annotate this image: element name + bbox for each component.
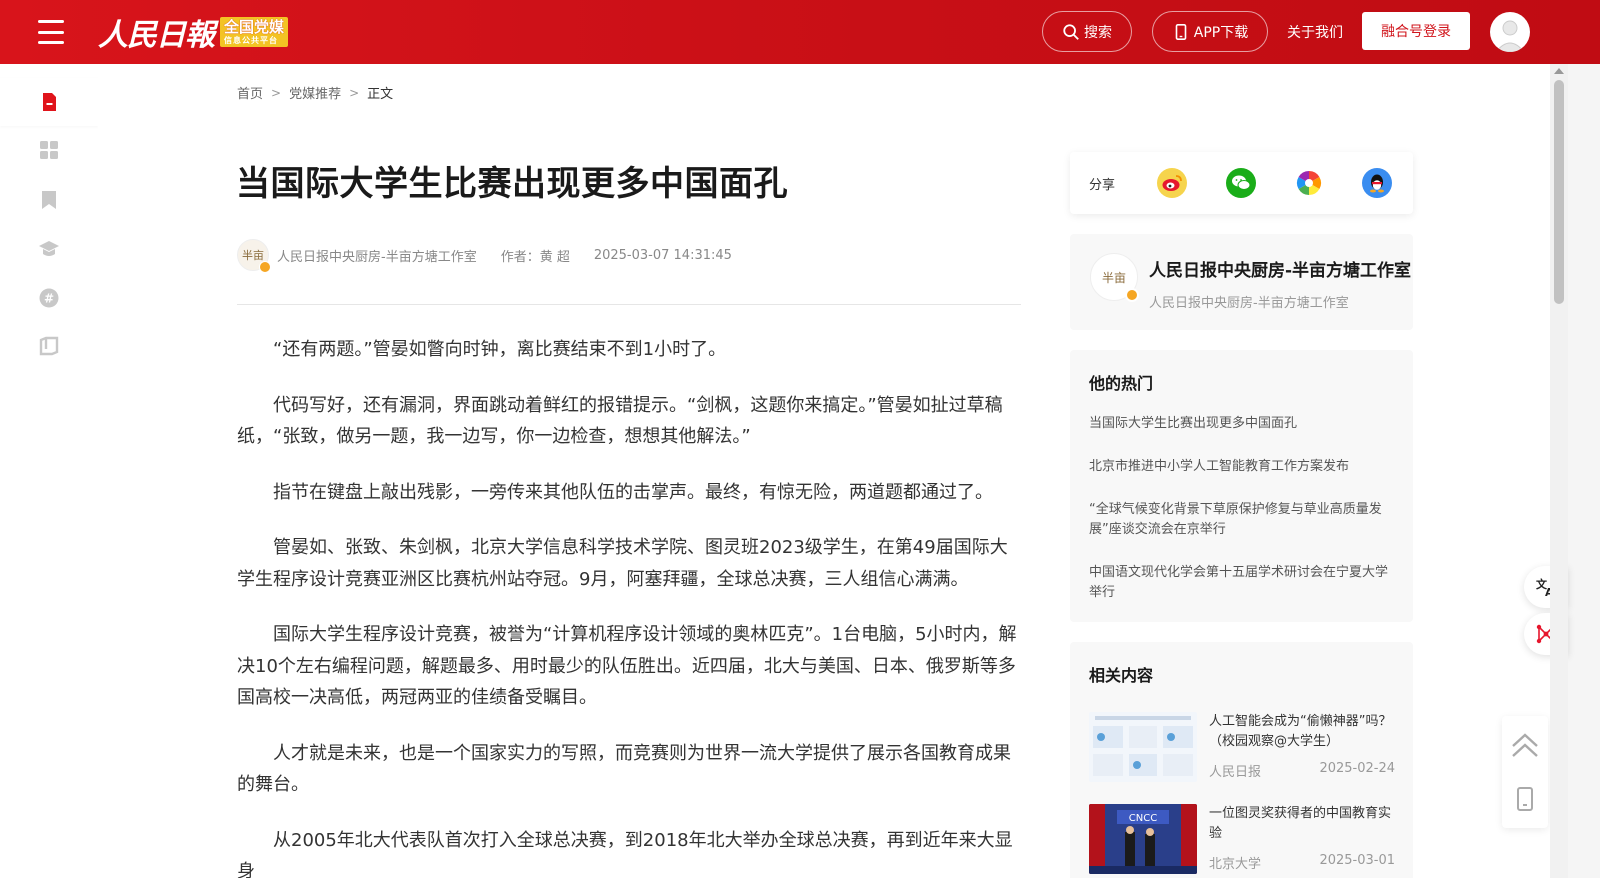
search-icon [1063, 23, 1079, 40]
brand-badge: 全国党媒 信息公共平台 [220, 17, 289, 47]
sidebar-item-reading[interactable] [0, 322, 98, 370]
search-button[interactable]: 搜索 [1042, 11, 1132, 52]
hot-list-card: 他的热门 当国际大学生比赛出现更多中国面孔 北京市推进中小学人工智能教育工作方案… [1070, 350, 1413, 622]
sidebar-item-education[interactable] [0, 225, 98, 273]
back-to-top-button[interactable] [1502, 720, 1548, 770]
bookmark-icon [42, 191, 56, 209]
breadcrumb-section[interactable]: 党媒推荐 [289, 83, 341, 102]
breadcrumb-home[interactable]: 首页 [237, 83, 263, 102]
wechat-icon [1232, 175, 1251, 190]
verified-icon [259, 261, 271, 273]
author-name: 人民日报中央厨房-半亩方塘工作室 [1149, 261, 1412, 281]
sidebar-item-bookmark[interactable] [0, 176, 98, 224]
article-author: 作者：黄 超 [500, 249, 570, 265]
chevron-right-icon: > [271, 85, 282, 100]
main-content: 首页 > 党媒推荐 > 正文 当国际大学生比赛出现更多中国面孔 半亩 人民日报中… [98, 64, 1550, 878]
scroll-up-icon[interactable] [1554, 68, 1564, 74]
scrollbar[interactable] [1550, 64, 1568, 878]
top-bar: 人民日報 全国党媒 信息公共平台 搜索 APP下载 关于我们 融合号登录 [0, 0, 1600, 64]
user-icon [1495, 20, 1525, 52]
mobile-view-button[interactable] [1502, 774, 1548, 824]
related-thumbnail [1089, 712, 1197, 782]
weibo-share-button[interactable] [1157, 168, 1187, 198]
document-icon [43, 93, 56, 111]
hot-list-item[interactable]: “全球气候变化背景下草原保护修复与草业高质量发展”座谈交流会在京举行 [1089, 500, 1399, 540]
user-avatar[interactable] [1490, 12, 1530, 52]
article-paragraph: 从2005年北大代表队首次打入全球总决赛，到2018年北大举办全球总决赛，再到近… [237, 829, 1013, 878]
author-card[interactable]: 半亩 人民日报中央厨房-半亩方塘工作室 人民日报中央厨房-半亩方塘工作室 [1070, 234, 1413, 330]
related-item-title: 人工智能会成为“偷懒神器”吗？（校园观察@大学生） [1209, 714, 1392, 749]
divider [237, 304, 1021, 305]
related-thumbnail: CNCC [1089, 804, 1197, 874]
author-avatar: 半亩 [1090, 253, 1139, 302]
moments-share-button[interactable] [1294, 168, 1324, 198]
qq-share-button[interactable] [1362, 168, 1392, 198]
book-icon [39, 336, 59, 356]
article-paragraph: 指节在键盘上敲出残影，一旁传来其他队伍的击掌声。最终，有惊无险，两道题都通过了。 [273, 481, 993, 503]
site-logo[interactable]: 人民日報 全国党媒 信息公共平台 [98, 10, 289, 54]
article-source[interactable]: 半亩 人民日报中央厨房-半亩方塘工作室 [237, 239, 477, 273]
tool-box [1502, 716, 1548, 828]
left-sidebar: # [0, 64, 98, 878]
article-paragraph: 代码写好，还有漏洞，界面跳动着鲜红的报错提示。“剑枫，这题你来搞定。”管晏如扯过… [237, 394, 1003, 448]
scrollbar-thumb[interactable] [1554, 80, 1564, 304]
verified-icon [1125, 288, 1139, 302]
menu-icon[interactable] [38, 20, 64, 44]
moments-icon [1296, 171, 1322, 195]
qq-icon [1370, 174, 1384, 193]
app-download-label: APP下载 [1193, 24, 1249, 41]
related-item-source: 北京大学 [1209, 857, 1262, 872]
svg-text:#: # [44, 292, 54, 306]
hot-list-item[interactable]: 当国际大学生比赛出现更多中国面孔 [1089, 414, 1399, 434]
article-time: 2025-03-07 14:31:45 [593, 247, 732, 263]
hot-list-item[interactable]: 北京市推进中小学人工智能教育工作方案发布 [1089, 457, 1399, 477]
wechat-share-button[interactable] [1226, 168, 1256, 198]
sidebar-item-topic[interactable]: # [0, 274, 98, 322]
chevron-right-icon: > [349, 85, 360, 100]
related-item[interactable]: CNCC 一位图灵奖获得者的中国教育实验 北京大学 2025-03-01 [1089, 804, 1399, 874]
sidebar-item-grid[interactable] [0, 126, 98, 174]
related-title: 相关内容 [1089, 666, 1154, 685]
graduation-cap-icon [39, 241, 59, 256]
article-title: 当国际大学生比赛出现更多中国面孔 [236, 164, 788, 204]
related-card: 相关内容 人工智能会成为“偷懒神器”吗？（校园观察@大学生） 人民日报 2025… [1070, 642, 1413, 878]
grid-icon [40, 141, 58, 159]
hot-list-item[interactable]: 中国语文现代化学会第十五届学术研讨会在宁夏大学举行 [1089, 563, 1399, 603]
source-name: 人民日报中央厨房-半亩方塘工作室 [277, 249, 477, 265]
phone-icon [1175, 23, 1187, 40]
related-item-date: 2025-03-01 [1319, 853, 1395, 868]
login-button[interactable]: 融合号登录 [1362, 12, 1470, 50]
app-download-button[interactable]: APP下载 [1152, 11, 1268, 52]
search-label: 搜索 [1084, 24, 1112, 41]
article-paragraph: 人才就是未来，也是一个国家实力的写照，而竞赛则为世界一流大学提供了展示各国教育成… [237, 742, 1011, 796]
brand-name: 人民日報 [98, 18, 215, 53]
related-item-date: 2025-02-24 [1319, 761, 1395, 776]
svg-text:CNCC: CNCC [1129, 813, 1157, 824]
chevron-up-icon [1512, 733, 1538, 757]
hot-list: 当国际大学生比赛出现更多中国面孔 北京市推进中小学人工智能教育工作方案发布 “全… [1089, 414, 1399, 626]
phone-icon [1517, 787, 1533, 811]
breadcrumb: 首页 > 党媒推荐 > 正文 [237, 83, 394, 103]
hashtag-icon: # [39, 288, 59, 308]
source-avatar: 半亩 [237, 239, 271, 273]
share-panel: 分享 [1070, 152, 1413, 214]
about-link[interactable]: 关于我们 [1287, 22, 1343, 42]
article-paragraph: 国际大学生程序设计竞赛，被誉为“计算机程序设计领域的奥林匹克”。1台电脑，5小时… [237, 624, 1017, 708]
article-body: “还有两题。”管晏如瞥向时钟，离比赛结束不到1小时了。 代码写好，还有漏洞，界面… [237, 334, 1021, 878]
article-meta: 半亩 人民日报中央厨房-半亩方塘工作室 作者：黄 超 2025-03-07 14… [237, 239, 732, 273]
author-subtitle: 人民日报中央厨房-半亩方塘工作室 [1149, 296, 1349, 311]
share-label: 分享 [1089, 178, 1116, 193]
weibo-icon [1162, 175, 1182, 191]
related-item-title: 一位图灵奖获得者的中国教育实验 [1209, 806, 1392, 841]
related-item[interactable]: 人工智能会成为“偷懒神器”吗？（校园观察@大学生） 人民日报 2025-02-2… [1089, 712, 1399, 782]
sidebar-item-article[interactable] [0, 78, 98, 126]
breadcrumb-current: 正文 [367, 87, 394, 102]
article-paragraph: “还有两题。”管晏如瞥向时钟，离比赛结束不到1小时了。 [273, 339, 727, 360]
article-paragraph: 管晏如、张致、朱剑枫，北京大学信息科学技术学院、图灵班2023级学生，在第49届… [237, 537, 1008, 590]
hot-list-title: 他的热门 [1089, 374, 1154, 393]
related-item-source: 人民日报 [1209, 765, 1262, 780]
